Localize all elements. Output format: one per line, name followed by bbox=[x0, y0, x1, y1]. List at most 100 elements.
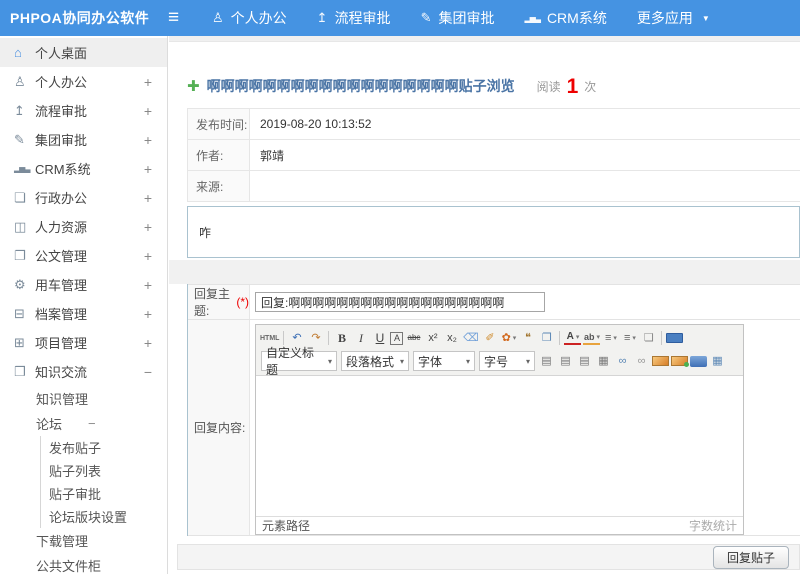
align-left-button[interactable]: ▤ bbox=[538, 353, 555, 370]
ordered-list-button[interactable]: ≡ bbox=[602, 330, 619, 347]
nav-group-approval[interactable]: ✎ 集团审批 bbox=[421, 8, 495, 28]
reply-subject-input[interactable] bbox=[255, 292, 545, 312]
nav-label: 流程审批 bbox=[334, 10, 391, 26]
paste-text-button[interactable]: ❐ bbox=[538, 330, 555, 347]
sidebar-item-public-file-cabinet[interactable]: 公共文件柜 bbox=[0, 553, 167, 578]
home-icon: ⌂ bbox=[14, 45, 22, 60]
unordered-list-button[interactable]: ≡ bbox=[621, 330, 638, 347]
font-size-select[interactable]: 字号 ▾ bbox=[479, 351, 535, 371]
sidebar-item-admin-office[interactable]: ❏ 行政办公 + bbox=[0, 183, 167, 212]
align-right-button[interactable]: ▤ bbox=[576, 353, 593, 370]
superscript-button[interactable]: x² bbox=[424, 330, 441, 347]
bold-button[interactable]: B bbox=[333, 330, 350, 347]
expand-icon[interactable]: + bbox=[144, 219, 152, 235]
editor-toolbar-row1: HTML↶↷BIUAabcx²x₂⌫✐✿❝❐Aab≡≡❏ bbox=[259, 327, 740, 349]
sidebar-item-label: 公共文件柜 bbox=[36, 559, 102, 574]
nav-more-apps[interactable]: 更多应用 ▼ bbox=[637, 8, 710, 28]
expand-icon[interactable]: + bbox=[144, 306, 152, 322]
link-button[interactable]: ∞ bbox=[614, 353, 631, 370]
sidebar-item-label: 贴子列表 bbox=[49, 464, 102, 479]
nav-workflow-approval[interactable]: ↥ 流程审批 bbox=[317, 8, 391, 28]
sidebar-item-post-list[interactable]: 贴子列表 bbox=[40, 459, 167, 482]
briefcase-icon: ❏ bbox=[14, 189, 26, 205]
sidebar-item-forum-board-settings[interactable]: 论坛版块设置 bbox=[40, 505, 167, 528]
font-family-select[interactable]: 字体 ▾ bbox=[413, 351, 475, 371]
sidebar-item-human-resources[interactable]: ◫ 人力资源 + bbox=[0, 212, 167, 241]
sidebar-item-archive-management[interactable]: ⊟ 档案管理 + bbox=[0, 299, 167, 328]
post-info-table: 发布时间: 2019-08-20 10:13:52 作者: 郭靖 来源: bbox=[187, 108, 800, 202]
form-footer: 回复贴子 bbox=[177, 544, 800, 570]
sidebar-item-label: 论坛版块设置 bbox=[49, 510, 128, 525]
color-palette-button[interactable]: ✿ bbox=[500, 330, 517, 347]
sidebar-item-knowledge-management[interactable]: 知识管理 bbox=[0, 386, 167, 411]
sidebar-item-personal-office[interactable]: ♙ 个人办公 + bbox=[0, 67, 167, 96]
rich-text-editor: HTML↶↷BIUAabcx²x₂⌫✐✿❝❐Aab≡≡❏ 自定义标题▾段落格式▾… bbox=[255, 324, 744, 535]
expand-icon[interactable]: + bbox=[144, 74, 152, 90]
font-style-button[interactable]: A bbox=[390, 331, 404, 345]
sidebar-item-label: 知识管理 bbox=[36, 392, 89, 407]
collapse-icon[interactable]: − bbox=[144, 364, 152, 380]
sidebar-item-vehicle-management[interactable]: ⚙ 用车管理 + bbox=[0, 270, 167, 299]
table-button[interactable]: ▦ bbox=[709, 353, 726, 370]
read-counter: 阅读 1 次 bbox=[537, 76, 597, 97]
unlink-button[interactable]: ∞ bbox=[633, 353, 650, 370]
sidebar-item-workflow-approval[interactable]: ↥ 流程审批 + bbox=[0, 96, 167, 125]
remove-format-button[interactable]: ⌫ bbox=[462, 330, 479, 347]
editor-toolbar: HTML↶↷BIUAabcx²x₂⌫✐✿❝❐Aab≡≡❏ 自定义标题▾段落格式▾… bbox=[256, 325, 743, 377]
reply-submit-button[interactable]: 回复贴子 bbox=[712, 545, 789, 569]
net-image-button[interactable] bbox=[671, 356, 689, 367]
sidebar-item-crm-system[interactable]: ▂▅▃ CRM系统 + bbox=[0, 154, 167, 183]
heading-select[interactable]: 自定义标题 ▾ bbox=[261, 346, 337, 377]
reply-subject-row: 回复主题: (*) bbox=[188, 284, 800, 319]
post-content-text: 咋 bbox=[199, 225, 212, 240]
chevron-down-icon: ▾ bbox=[465, 356, 470, 366]
post-title: 啊啊啊啊啊啊啊啊啊啊啊啊啊啊啊啊啊啊贴子浏览 bbox=[206, 78, 515, 94]
expand-icon[interactable]: + bbox=[144, 248, 152, 264]
sidebar-item-document-management[interactable]: ❐ 公文管理 + bbox=[0, 241, 167, 270]
subscript-button[interactable]: x₂ bbox=[443, 330, 460, 347]
fullscreen-button[interactable] bbox=[666, 333, 684, 343]
sidebar-item-project-management[interactable]: ⊞ 项目管理 + bbox=[0, 328, 167, 357]
nav-crm-system[interactable]: ▂▅▃ CRM系统 bbox=[524, 8, 606, 28]
blockquote-button[interactable]: ❝ bbox=[519, 330, 536, 347]
hamburger-menu-icon[interactable]: ≡ bbox=[168, 7, 194, 29]
sidebar-item-label: 贴子审批 bbox=[49, 487, 102, 502]
edit-icon: ✎ bbox=[14, 131, 25, 147]
image-button[interactable] bbox=[652, 356, 669, 366]
expand-icon[interactable]: + bbox=[144, 103, 152, 119]
sidebar-item-knowledge-exchange[interactable]: ❒ 知识交流 − bbox=[0, 357, 167, 386]
sidebar-item-forum[interactable]: 论坛 − bbox=[0, 411, 167, 436]
sidebar-item-download-management[interactable]: 下载管理 bbox=[0, 528, 167, 553]
sidebar-item-group-approval[interactable]: ✎ 集团审批 + bbox=[0, 125, 167, 154]
expand-icon[interactable]: + bbox=[144, 277, 152, 293]
expand-icon[interactable]: + bbox=[144, 132, 152, 148]
sidebar-item-personal-desktop[interactable]: ⌂ 个人桌面 bbox=[0, 38, 167, 67]
chevron-down-icon: ▾ bbox=[399, 356, 404, 366]
align-justify-button[interactable]: ▦ bbox=[595, 353, 612, 370]
format-brush-button[interactable]: ✐ bbox=[481, 330, 498, 347]
expand-icon[interactable]: + bbox=[144, 335, 152, 351]
align-center-button[interactable]: ▤ bbox=[557, 353, 574, 370]
expand-icon[interactable]: + bbox=[144, 161, 152, 177]
nav-label: CRM系统 bbox=[546, 10, 607, 26]
new-page-button[interactable]: ❏ bbox=[640, 330, 657, 347]
underline-button[interactable]: U bbox=[371, 330, 388, 347]
editor-toolbar-row2: 自定义标题 ▾ 段落格式 ▾ 字体 ▾ 字号 ▾ ▤ ▤ ▤ ▦ ∞ ∞ ▦ bbox=[259, 346, 740, 377]
font-color-button[interactable]: A bbox=[564, 332, 582, 345]
editor-content[interactable] bbox=[256, 376, 743, 516]
collapse-icon[interactable]: − bbox=[88, 416, 96, 431]
media-button[interactable] bbox=[690, 355, 707, 367]
post-title-bar: ✚ 啊啊啊啊啊啊啊啊啊啊啊啊啊啊啊啊啊啊贴子浏览 阅读 1 次 bbox=[187, 76, 800, 97]
sidebar-item-post-create[interactable]: 发布贴子 bbox=[40, 436, 167, 459]
chat-icon: ❒ bbox=[14, 363, 26, 379]
nav-personal-office[interactable]: ♙ 个人办公 bbox=[212, 8, 287, 28]
italic-button[interactable]: I bbox=[352, 330, 369, 347]
project-icon: ⊞ bbox=[14, 334, 25, 350]
nav-label: 个人办公 bbox=[230, 10, 287, 26]
sidebar-item-post-approval[interactable]: 贴子审批 bbox=[40, 482, 167, 505]
expand-icon[interactable]: + bbox=[144, 190, 152, 206]
paragraph-select[interactable]: 段落格式 ▾ bbox=[341, 351, 409, 371]
strikethrough-button[interactable]: abc bbox=[405, 330, 422, 347]
sidebar-item-label: 论坛 bbox=[36, 417, 63, 432]
highlight-color-button[interactable]: ab bbox=[583, 332, 601, 345]
